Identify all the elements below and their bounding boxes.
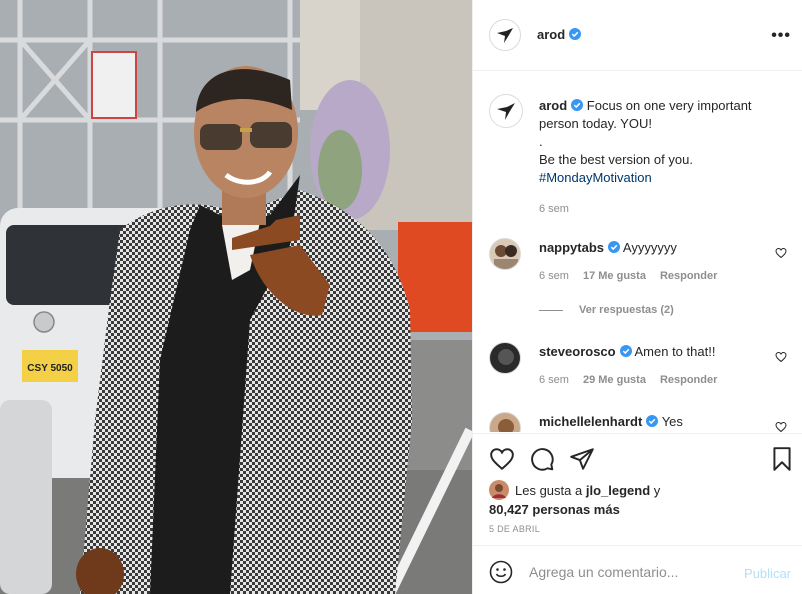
bookmark-icon[interactable] <box>769 446 795 472</box>
caption-line: person today. YOU! <box>539 116 652 131</box>
add-comment-bar: Publicar <box>473 545 802 594</box>
avatar-photo-icon <box>498 419 514 432</box>
comment-likes[interactable]: 29 Me gusta <box>583 374 646 386</box>
replies-divider <box>539 309 563 311</box>
license-plate-text: CSY 5050 <box>27 363 73 374</box>
post-header: arod ••• <box>473 0 802 71</box>
comment-item: nappytabs Ayyyyyyy 6 sem 17 Me gusta Respo… <box>489 238 795 288</box>
likes-count[interactable]: 80,427 personas más <box>489 502 620 517</box>
verified-badge-icon <box>619 345 632 357</box>
author-name-row: arod <box>537 27 582 42</box>
verified-badge-icon <box>571 99 584 111</box>
caption-line: Focus on one very important <box>586 98 752 113</box>
verified-badge-icon <box>646 415 659 427</box>
reply-button[interactable]: Responder <box>660 270 717 282</box>
verified-badge-icon <box>608 241 621 253</box>
post-image: CSY 5050 <box>0 0 472 594</box>
caption-line: . <box>539 134 543 149</box>
post-panel: arod ••• arod Focus on one very importan… <box>472 0 802 594</box>
liker-username[interactable]: jlo_legend <box>586 483 650 498</box>
likes-summary: Les gusta a jlo_legend y 80,427 personas… <box>489 480 660 519</box>
like-comment-icon[interactable] <box>775 247 787 259</box>
reply-button[interactable]: Responder <box>660 374 717 386</box>
caption-time[interactable]: 6 sem <box>539 200 789 218</box>
comment-text: Yes <box>661 414 683 429</box>
author-avatar[interactable] <box>489 19 521 51</box>
brand-logo-icon <box>497 28 513 43</box>
heart-icon[interactable] <box>489 446 515 472</box>
brand-logo-icon <box>497 103 515 120</box>
post-actions: Les gusta a jlo_legend y 80,427 personas… <box>473 433 802 545</box>
comment-input[interactable] <box>529 558 729 586</box>
liker-avatar[interactable] <box>489 480 509 500</box>
comment-item: steveorosco Amen to that!! 6 sem 29 Me gu… <box>489 342 795 392</box>
commenter-username[interactable]: michellelenhardt <box>539 414 642 429</box>
comment-meta: 6 sem 17 Me gusta Responder <box>539 270 717 282</box>
comment-icon[interactable] <box>529 446 555 472</box>
avatar-photo-icon <box>494 245 518 269</box>
comment-item: michellelenhardt Yes <box>489 412 795 432</box>
caption-avatar[interactable] <box>489 94 523 128</box>
commenter-avatar[interactable] <box>489 342 521 374</box>
comment-likes[interactable]: 17 Me gusta <box>583 270 646 282</box>
comment-meta: 6 sem 29 Me gusta Responder <box>539 374 717 386</box>
like-comment-icon[interactable] <box>775 351 787 363</box>
share-icon[interactable] <box>569 446 595 472</box>
likes-prefix: Les gusta a <box>515 483 583 498</box>
like-comment-icon[interactable] <box>775 421 787 432</box>
comment-text: Ayyyyyyy <box>622 240 677 255</box>
publish-button[interactable]: Publicar <box>744 566 791 581</box>
emoji-icon[interactable] <box>489 560 513 584</box>
verified-badge-icon <box>569 28 582 40</box>
comments-list: arod Focus on one very important person … <box>473 72 802 432</box>
likes-conjunction: y <box>653 483 661 498</box>
commenter-username[interactable]: nappytabs <box>539 240 604 255</box>
caption-username[interactable]: arod <box>539 98 567 113</box>
caption-line: Be the best version of you. <box>539 152 693 167</box>
commenter-avatar[interactable] <box>489 412 521 432</box>
comment-time[interactable]: 6 sem <box>539 270 569 282</box>
post-date[interactable]: 5 DE ABRIL <box>489 524 540 534</box>
view-replies-button[interactable]: Ver respuestas (2) <box>539 304 674 316</box>
caption-text: arod Focus on one very important person … <box>539 97 789 218</box>
author-username[interactable]: arod <box>537 27 565 42</box>
commenter-avatar[interactable] <box>489 238 521 270</box>
avatar-photo-icon <box>498 349 514 365</box>
hashtag-link[interactable]: #MondayMotivation <box>539 169 789 187</box>
post-photo[interactable]: CSY 5050 <box>0 0 472 594</box>
view-replies-label: Ver respuestas (2) <box>579 304 674 316</box>
more-options-button[interactable]: ••• <box>771 27 791 45</box>
comment-text: Amen to that!! <box>634 344 716 359</box>
commenter-username[interactable]: steveorosco <box>539 344 616 359</box>
comment-time[interactable]: 6 sem <box>539 374 569 386</box>
